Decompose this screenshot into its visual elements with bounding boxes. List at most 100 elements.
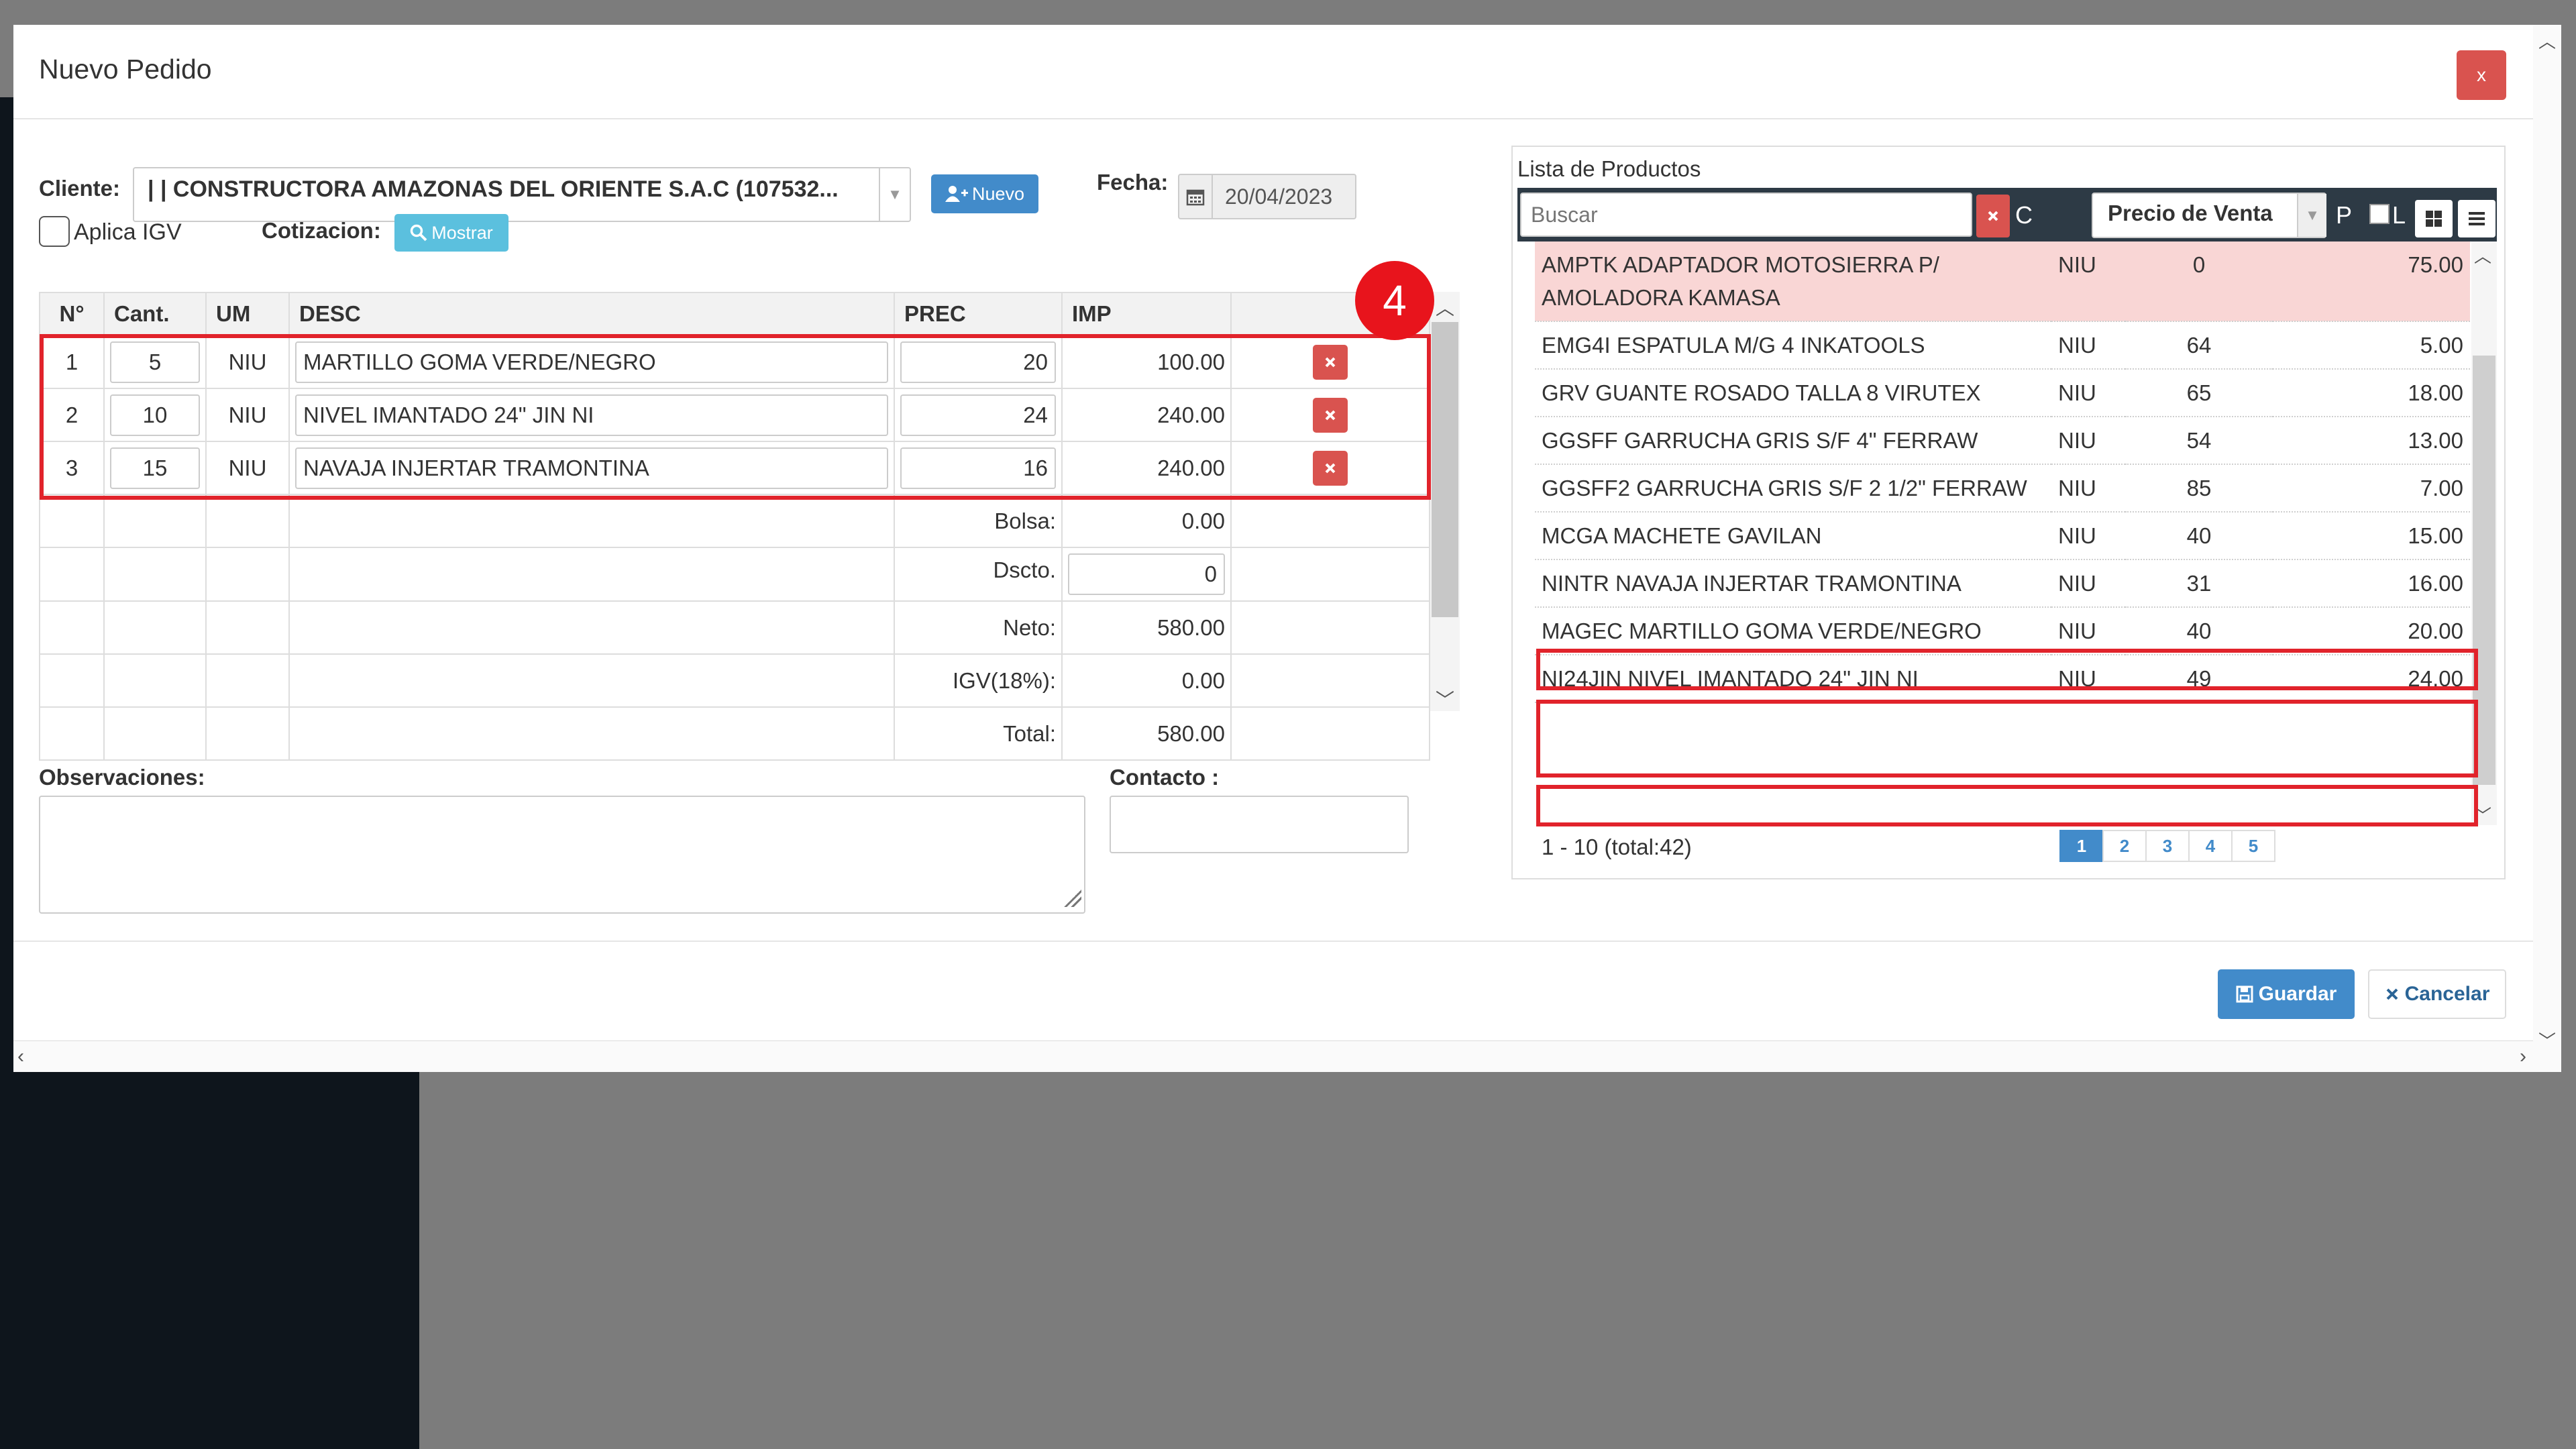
chevron-down-icon[interactable]: ▼ bbox=[879, 168, 910, 221]
cliente-value: | | CONSTRUCTORA AMAZONAS DEL ORIENTE S.… bbox=[148, 176, 839, 202]
col-header-desc: DESC bbox=[288, 292, 895, 336]
prec-input[interactable]: 24 bbox=[900, 394, 1056, 436]
page-link[interactable]: 5 bbox=[2231, 830, 2275, 862]
prec-input[interactable]: 20 bbox=[900, 341, 1056, 383]
delete-row-button[interactable] bbox=[1313, 450, 1348, 486]
product-price: 5.00 bbox=[2273, 321, 2470, 370]
grid-view-button[interactable] bbox=[2415, 200, 2453, 237]
um-cell: NIU bbox=[205, 441, 290, 495]
page-link[interactable]: 1 bbox=[2059, 830, 2104, 862]
product-row-zero-stock[interactable]: AMPTK ADAPTADOR MOTOSIERRA P/ AMOLADORA … bbox=[1535, 241, 2470, 322]
desc-input[interactable]: NAVAJA INJERTAR TRAMONTINA bbox=[295, 447, 888, 489]
bolsa-label: Bolsa: bbox=[894, 494, 1063, 548]
scroll-up-icon[interactable]: ︿ bbox=[1436, 294, 1454, 321]
close-button[interactable]: x bbox=[2457, 50, 2506, 100]
observaciones-label: Observaciones: bbox=[39, 765, 205, 790]
delete-row-button[interactable] bbox=[1313, 344, 1348, 380]
scroll-right-icon[interactable]: › bbox=[2520, 1046, 2526, 1067]
total-label: Total: bbox=[894, 706, 1063, 761]
product-um: NIU bbox=[2051, 417, 2125, 465]
product-search-input[interactable] bbox=[1520, 193, 1972, 237]
cant-input[interactable]: 15 bbox=[110, 447, 200, 489]
page-link[interactable]: 4 bbox=[2188, 830, 2233, 862]
product-um: NIU bbox=[2051, 559, 2125, 608]
product-row[interactable]: GGSFF GARRUCHA GRIS S/F 4" FERRAW NIU 54… bbox=[1535, 417, 2470, 465]
col-header-imp: IMP bbox=[1061, 292, 1232, 336]
cant-input[interactable]: 5 bbox=[110, 341, 200, 383]
product-um: NIU bbox=[2051, 241, 2125, 322]
calendar-icon[interactable] bbox=[1178, 174, 1213, 219]
contacto-input[interactable] bbox=[1110, 796, 1409, 853]
step-badge: 4 bbox=[1355, 261, 1434, 340]
col-header-n: N° bbox=[39, 292, 105, 336]
resize-grip-icon[interactable] bbox=[1064, 890, 1081, 907]
scroll-left-icon[interactable]: ‹ bbox=[17, 1046, 24, 1067]
prec-input[interactable]: 16 bbox=[900, 447, 1056, 489]
chevron-down-icon[interactable]: ▼ bbox=[2297, 194, 2326, 237]
guardar-button[interactable]: Guardar bbox=[2218, 969, 2355, 1019]
scroll-up-icon[interactable]: ︿ bbox=[2474, 243, 2491, 268]
cancelar-button[interactable]: Cancelar bbox=[2368, 969, 2506, 1019]
um-cell: NIU bbox=[205, 335, 290, 389]
scroll-up-icon[interactable]: ︿ bbox=[2538, 32, 2556, 52]
product-row-highlighted[interactable]: NINTR NAVAJA INJERTAR TRAMONTINA NIU 31 … bbox=[1535, 559, 2470, 608]
aplica-igv-checkbox[interactable] bbox=[39, 216, 70, 247]
product-desc: MAGEC MARTILLO GOMA VERDE/NEGRO bbox=[1535, 607, 2051, 655]
delete-row-button[interactable] bbox=[1313, 397, 1348, 433]
product-stock: 85 bbox=[2125, 464, 2273, 513]
close-icon bbox=[1325, 357, 1336, 367]
row-number: 3 bbox=[39, 441, 105, 495]
product-row-highlighted[interactable]: NI24JIN NIVEL IMANTADO 24" JIN NI NIU 49… bbox=[1535, 655, 2470, 703]
page-link[interactable]: 2 bbox=[2102, 830, 2147, 862]
search-icon bbox=[410, 224, 427, 241]
product-row[interactable]: GGSFF2 GARRUCHA GRIS S/F 2 1/2" FERRAW N… bbox=[1535, 464, 2470, 513]
scroll-down-icon[interactable]: ﹀ bbox=[2474, 802, 2491, 827]
row-number: 2 bbox=[39, 388, 105, 442]
neto-label: Neto: bbox=[894, 600, 1063, 655]
product-desc: MCGA MACHETE GAVILAN bbox=[1535, 512, 2051, 560]
product-row[interactable]: GRV GUANTE ROSADO TALLA 8 VIRUTEX NIU 65… bbox=[1535, 369, 2470, 417]
price-type-select[interactable]: Precio de Venta bbox=[2092, 193, 2326, 238]
header-divider bbox=[13, 118, 2533, 119]
product-list-scroll-thumb[interactable] bbox=[2473, 356, 2496, 785]
product-um: NIU bbox=[2051, 464, 2125, 513]
dscto-label: Dscto. bbox=[894, 547, 1063, 602]
order-table: N° Cant. UM DESC PREC IMP 1 5 NIU MARTIL… bbox=[39, 292, 1430, 761]
nuevo-label: Nuevo bbox=[971, 183, 1025, 204]
nuevo-cliente-button[interactable]: Nuevo bbox=[931, 174, 1038, 213]
horizontal-scrollbar[interactable]: ‹ › bbox=[13, 1040, 2533, 1072]
desc-input[interactable]: MARTILLO GOMA VERDE/NEGRO bbox=[295, 341, 888, 383]
order-table-scroll-thumb[interactable] bbox=[1432, 322, 1458, 617]
page-link[interactable]: 3 bbox=[2145, 830, 2190, 862]
scroll-down-icon[interactable]: ﹀ bbox=[1436, 686, 1454, 712]
product-stock: 49 bbox=[2125, 655, 2273, 703]
list-view-button[interactable] bbox=[2458, 200, 2496, 237]
observaciones-textarea[interactable] bbox=[39, 796, 1085, 914]
dscto-input[interactable]: 0 bbox=[1068, 553, 1225, 595]
vertical-scrollbar[interactable]: ︿ ﹀ bbox=[2533, 25, 2561, 1072]
pagination: 1 2 3 4 5 bbox=[2059, 830, 2275, 862]
um-cell: NIU bbox=[205, 388, 290, 442]
cliente-select[interactable]: | | CONSTRUCTORA AMAZONAS DEL ORIENTE S.… bbox=[133, 167, 911, 222]
product-desc: GGSFF GARRUCHA GRIS S/F 4" FERRAW bbox=[1535, 417, 2051, 465]
product-row[interactable]: MCGA MACHETE GAVILAN NIU 40 15.00 bbox=[1535, 512, 2470, 560]
l-checkbox[interactable] bbox=[2369, 204, 2390, 224]
igv-value: 0.00 bbox=[1061, 653, 1232, 708]
fecha-input[interactable]: 20/04/2023 bbox=[1212, 174, 1356, 219]
product-desc: GRV GUANTE ROSADO TALLA 8 VIRUTEX bbox=[1535, 369, 2051, 417]
product-row[interactable]: EMG4I ESPATULA M/G 4 INKATOOLS NIU 64 5.… bbox=[1535, 321, 2470, 370]
desc-input[interactable]: NIVEL IMANTADO 24" JIN NI bbox=[295, 394, 888, 436]
cotizacion-label: Cotizacion: bbox=[262, 218, 381, 243]
cancelar-label: Cancelar bbox=[2404, 983, 2490, 1005]
cant-input[interactable]: 10 bbox=[110, 394, 200, 436]
scroll-down-icon[interactable]: ﹀ bbox=[2538, 1031, 2556, 1051]
neto-value: 580.00 bbox=[1061, 600, 1232, 655]
product-price: 13.00 bbox=[2273, 417, 2470, 465]
imp-cell: 240.00 bbox=[1061, 441, 1232, 495]
close-icon bbox=[1988, 211, 1998, 221]
clear-search-button[interactable] bbox=[1976, 195, 2010, 237]
product-row-highlighted[interactable]: MAGEC MARTILLO GOMA VERDE/NEGRO NIU 40 2… bbox=[1535, 607, 2470, 655]
product-desc: NI24JIN NIVEL IMANTADO 24" JIN NI bbox=[1535, 655, 2051, 703]
contacto-label: Contacto : bbox=[1110, 765, 1220, 790]
mostrar-cotizacion-button[interactable]: Mostrar bbox=[394, 214, 508, 252]
